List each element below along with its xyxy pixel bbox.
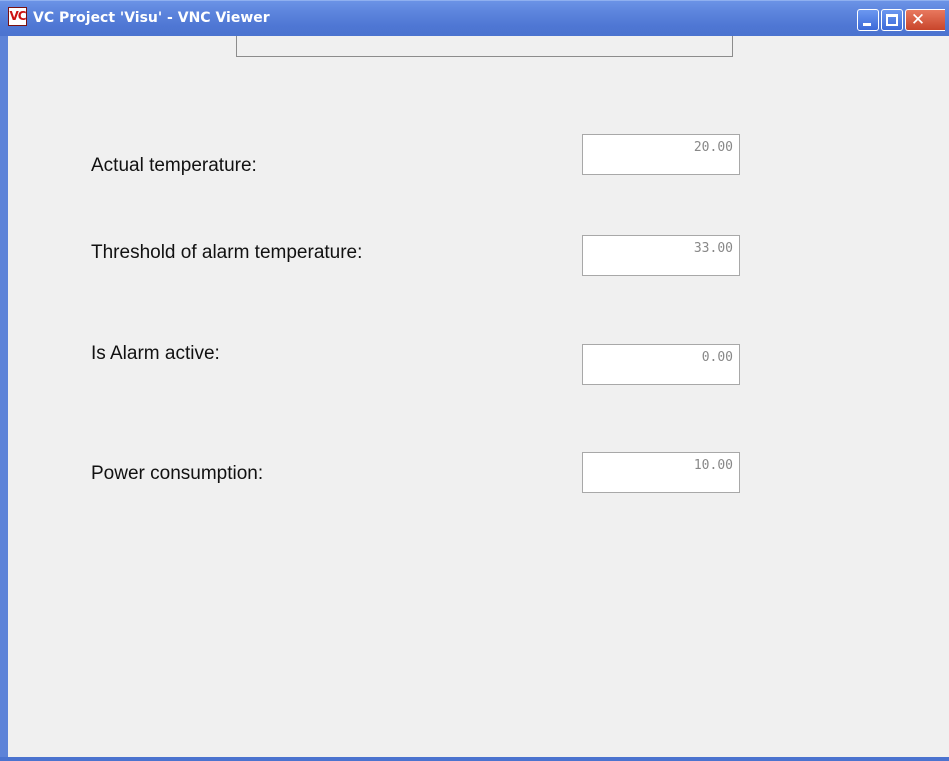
minimize-button[interactable] xyxy=(857,9,879,31)
alarm-active-label: Is Alarm active: xyxy=(91,343,220,364)
alarm-threshold-value: 33.00 xyxy=(582,235,740,276)
power-consumption-label: Power consumption: xyxy=(91,463,264,484)
window-title: VC Project 'Visu' - VNC Viewer xyxy=(33,10,270,26)
alarm-active-value: 0.00 xyxy=(582,344,740,385)
window-bottom-border xyxy=(0,757,949,761)
header-frame xyxy=(236,36,733,57)
maximize-button[interactable] xyxy=(881,9,903,31)
actual-temperature-value: 20.00 xyxy=(582,134,740,175)
remote-desktop-view[interactable]: Actual temperature: 20.00 Threshold of a… xyxy=(8,36,949,757)
minimize-icon xyxy=(863,23,871,26)
power-consumption-value: 10.00 xyxy=(582,452,740,493)
vnc-viewer-window: VC VC Project 'Visu' - VNC Viewer ✕ Actu… xyxy=(0,0,949,761)
title-bar[interactable]: VC VC Project 'Visu' - VNC Viewer ✕ xyxy=(0,0,949,36)
vc-app-icon[interactable]: VC xyxy=(8,7,27,26)
actual-temperature-label: Actual temperature: xyxy=(91,155,257,176)
close-icon: ✕ xyxy=(910,10,926,30)
maximize-icon xyxy=(886,14,898,26)
alarm-threshold-label: Threshold of alarm temperature: xyxy=(91,242,363,263)
close-button[interactable]: ✕ xyxy=(905,9,945,31)
